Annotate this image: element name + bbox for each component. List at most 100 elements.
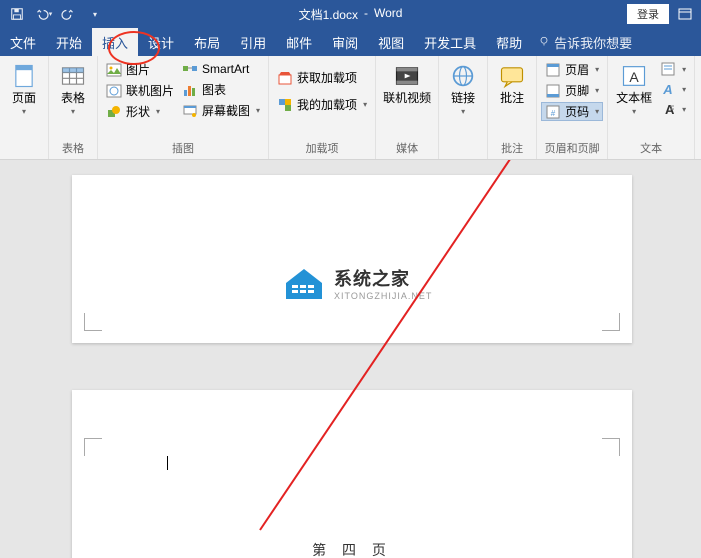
parts-icon <box>660 61 676 77</box>
chart-button[interactable]: 图表 <box>178 80 264 99</box>
smartart-button[interactable]: SmartArt <box>178 60 264 78</box>
screenshot-button[interactable]: 屏幕截图▾ <box>178 101 264 120</box>
tab-help[interactable]: 帮助 <box>486 28 532 56</box>
shapes-icon <box>106 104 122 120</box>
qat-customize-icon[interactable]: ▾ <box>84 3 106 25</box>
chevron-down-icon: ▾ <box>363 100 367 109</box>
app-name: Word <box>374 6 402 23</box>
page-number-button[interactable]: # 页码 ▾ <box>541 102 603 121</box>
watermark-logo-icon <box>282 265 326 301</box>
page-3-bottom[interactable]: 系统之家 XITONGZHIJIA.NET <box>72 175 632 343</box>
wordart-button[interactable]: A▾ <box>656 80 690 98</box>
pages-button[interactable]: 页面 ▾ <box>4 58 44 142</box>
online-video-button[interactable]: 联机视频 <box>380 58 434 138</box>
online-picture-icon <box>106 83 122 99</box>
login-button[interactable]: 登录 <box>627 4 669 24</box>
watermark: 系统之家 XITONGZHIJIA.NET <box>282 265 432 301</box>
tell-me-search[interactable]: 告诉我你想要 <box>538 28 632 56</box>
comment-icon <box>498 62 526 90</box>
tab-insert[interactable]: 插入 <box>92 28 138 56</box>
my-addins-label: 我的加载项 <box>297 96 357 113</box>
links-button[interactable]: 链接 ▾ <box>443 58 483 142</box>
quickparts-button[interactable]: ▾ <box>656 60 690 78</box>
svg-text:#: # <box>551 109 556 118</box>
tell-me-label: 告诉我你想要 <box>554 33 632 52</box>
window-title: 文档1.docx - Word <box>299 6 403 23</box>
pages-label: 页面 <box>12 92 36 105</box>
group-addins: 获取加载项 我的加载项▾ 加载项 <box>269 56 376 159</box>
quick-access-toolbar: ▾ ▾ <box>0 3 106 25</box>
group-text: A 文本框 ▾ ▾ A▾ A▾ 文本 <box>608 56 695 159</box>
undo-icon[interactable]: ▾ <box>32 3 54 25</box>
tab-view[interactable]: 视图 <box>368 28 414 56</box>
group-label: 批注 <box>492 138 532 159</box>
store-icon <box>277 70 293 86</box>
pictures-button[interactable]: 图片 <box>102 60 178 79</box>
textbox-icon: A <box>620 62 648 90</box>
picture-icon <box>106 62 122 78</box>
chevron-down-icon: ▾ <box>156 107 160 116</box>
video-icon <box>393 62 421 90</box>
chevron-down-icon: ▾ <box>22 107 26 116</box>
video-label: 联机视频 <box>383 92 431 105</box>
header-button[interactable]: 页眉▾ <box>541 60 603 79</box>
page-4-top[interactable]: 第 四 页 <box>72 390 632 558</box>
tab-design[interactable]: 设计 <box>138 28 184 56</box>
group-label <box>4 142 44 159</box>
my-addins-button[interactable]: 我的加载项 ▾ <box>273 95 371 114</box>
comment-label: 批注 <box>500 92 524 105</box>
group-label: 页眉和页脚 <box>541 138 603 159</box>
save-icon[interactable] <box>6 3 28 25</box>
group-label: 表格 <box>53 138 93 159</box>
chevron-down-icon: ▾ <box>595 86 599 95</box>
chevron-down-icon: ▾ <box>595 65 599 74</box>
links-label: 链接 <box>451 92 475 105</box>
group-pages: 页面 ▾ <box>0 56 49 159</box>
group-label <box>443 142 483 159</box>
textbox-label: 文本框 <box>616 92 652 105</box>
chevron-down-icon: ▾ <box>595 107 599 116</box>
screenshot-label: 屏幕截图 <box>202 102 250 119</box>
page-number-icon: # <box>545 104 561 120</box>
page-margin-marker <box>602 313 620 331</box>
tab-references[interactable]: 引用 <box>230 28 276 56</box>
svg-text:A: A <box>629 69 639 85</box>
online-pictures-label: 联机图片 <box>126 82 174 99</box>
footer-button[interactable]: 页脚▾ <box>541 81 603 100</box>
get-addins-button[interactable]: 获取加载项 <box>273 68 371 87</box>
shapes-button[interactable]: 形状▾ <box>102 102 178 121</box>
tab-file[interactable]: 文件 <box>0 28 46 56</box>
dropcap-button[interactable]: A▾ <box>656 100 690 118</box>
table-button[interactable]: 表格 ▾ <box>53 58 93 138</box>
document-area[interactable]: 系统之家 XITONGZHIJIA.NET 第 四 页 <box>0 160 701 558</box>
group-illustrations: 图片 联机图片 形状▾ SmartArt 图表 屏幕截图▾ 插图 <box>98 56 269 159</box>
group-links: 链接 ▾ <box>439 56 488 159</box>
textbox-button[interactable]: A 文本框 ▾ <box>612 58 656 138</box>
tab-layout[interactable]: 布局 <box>184 28 230 56</box>
dropcap-icon: A <box>660 101 676 117</box>
comment-button[interactable]: 批注 <box>492 58 532 138</box>
group-header-footer: 页眉▾ 页脚▾ # 页码 ▾ 页眉和页脚 <box>537 56 608 159</box>
table-icon <box>59 62 87 90</box>
page-number-label: 页码 <box>565 103 589 120</box>
chevron-down-icon: ▾ <box>632 107 636 116</box>
document-name: 文档1.docx <box>299 6 358 23</box>
redo-icon[interactable] <box>58 3 80 25</box>
tab-developer[interactable]: 开发工具 <box>414 28 486 56</box>
online-pictures-button[interactable]: 联机图片 <box>102 81 178 100</box>
watermark-subtitle: XITONGZHIJIA.NET <box>334 291 432 301</box>
title-bar: ▾ ▾ 文档1.docx - Word 登录 <box>0 0 701 28</box>
chevron-down-icon: ▾ <box>71 107 75 116</box>
group-comments: 批注 批注 <box>488 56 537 159</box>
group-media: 联机视频 媒体 <box>376 56 439 159</box>
tab-mailings[interactable]: 邮件 <box>276 28 322 56</box>
lightbulb-icon <box>538 35 550 50</box>
chevron-down-icon: ▾ <box>682 65 686 74</box>
group-label: 媒体 <box>380 138 434 159</box>
text-cursor <box>167 456 168 470</box>
tab-review[interactable]: 审阅 <box>322 28 368 56</box>
ribbon-display-options-icon[interactable] <box>677 6 693 22</box>
ribbon-tabs: 文件 开始 插入 设计 布局 引用 邮件 审阅 视图 开发工具 帮助 告诉我你想… <box>0 28 701 56</box>
footer-icon <box>545 83 561 99</box>
tab-home[interactable]: 开始 <box>46 28 92 56</box>
